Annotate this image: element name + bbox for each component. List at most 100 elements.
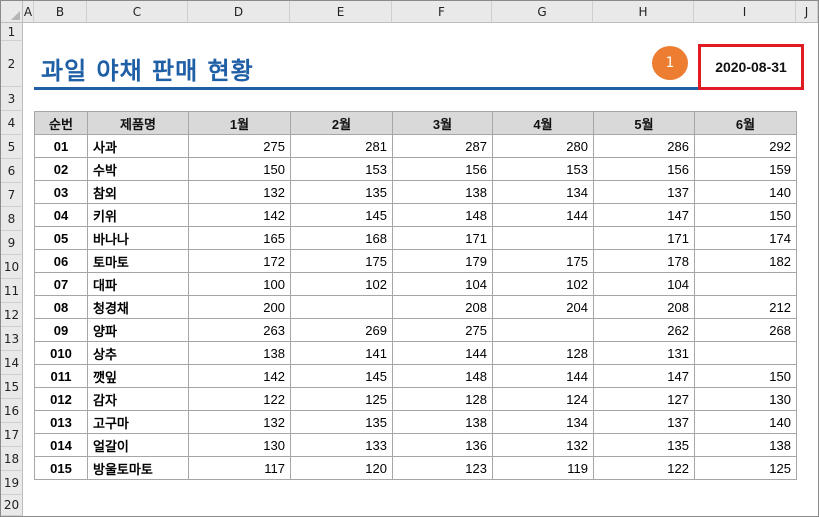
- seq-cell[interactable]: 04: [34, 203, 88, 227]
- value-cell[interactable]: 175: [492, 249, 594, 273]
- value-cell[interactable]: 156: [392, 157, 493, 181]
- value-cell[interactable]: 122: [593, 456, 695, 480]
- seq-cell[interactable]: 07: [34, 272, 88, 296]
- seq-cell[interactable]: 011: [34, 364, 88, 388]
- value-cell[interactable]: 119: [492, 456, 594, 480]
- seq-cell[interactable]: 09: [34, 318, 88, 342]
- value-cell[interactable]: 281: [290, 134, 393, 158]
- value-cell[interactable]: 280: [492, 134, 594, 158]
- seq-cell[interactable]: 014: [34, 433, 88, 457]
- header-cell[interactable]: 5월: [593, 111, 695, 135]
- value-cell[interactable]: 137: [593, 180, 695, 204]
- product-cell[interactable]: 양파: [87, 318, 189, 342]
- row-header-7[interactable]: 7: [1, 183, 23, 207]
- value-cell[interactable]: 142: [188, 364, 291, 388]
- value-cell[interactable]: 150: [694, 364, 797, 388]
- product-cell[interactable]: 방울토마토: [87, 456, 189, 480]
- value-cell[interactable]: 150: [694, 203, 797, 227]
- value-cell[interactable]: 120: [290, 456, 393, 480]
- value-cell[interactable]: 208: [392, 295, 493, 319]
- value-cell[interactable]: 100: [188, 272, 291, 296]
- value-cell[interactable]: 135: [290, 410, 393, 434]
- value-cell[interactable]: 148: [392, 364, 493, 388]
- select-all-corner[interactable]: [1, 1, 23, 23]
- column-header-h[interactable]: H: [593, 1, 694, 23]
- column-header-i[interactable]: I: [694, 1, 796, 23]
- value-cell[interactable]: 153: [492, 157, 594, 181]
- seq-cell[interactable]: 06: [34, 249, 88, 273]
- header-cell[interactable]: 3월: [392, 111, 493, 135]
- product-cell[interactable]: 대파: [87, 272, 189, 296]
- value-cell[interactable]: 171: [392, 226, 493, 250]
- value-cell[interactable]: 263: [188, 318, 291, 342]
- seq-cell[interactable]: 013: [34, 410, 88, 434]
- value-cell[interactable]: 123: [392, 456, 493, 480]
- value-cell[interactable]: 275: [392, 318, 493, 342]
- column-header-c[interactable]: C: [87, 1, 188, 23]
- value-cell[interactable]: 134: [492, 180, 594, 204]
- row-header-15[interactable]: 15: [1, 375, 23, 399]
- value-cell[interactable]: [290, 295, 393, 319]
- value-cell[interactable]: 117: [188, 456, 291, 480]
- header-cell[interactable]: 2월: [290, 111, 393, 135]
- value-cell[interactable]: 128: [492, 341, 594, 365]
- value-cell[interactable]: 135: [593, 433, 695, 457]
- row-header-13[interactable]: 13: [1, 327, 23, 351]
- value-cell[interactable]: 140: [694, 410, 797, 434]
- value-cell[interactable]: 275: [188, 134, 291, 158]
- column-header-g[interactable]: G: [492, 1, 593, 23]
- column-header-f[interactable]: F: [392, 1, 492, 23]
- row-header-19[interactable]: 19: [1, 471, 23, 495]
- product-cell[interactable]: 상추: [87, 341, 189, 365]
- value-cell[interactable]: 145: [290, 364, 393, 388]
- value-cell[interactable]: 134: [492, 410, 594, 434]
- product-cell[interactable]: 바나나: [87, 226, 189, 250]
- value-cell[interactable]: 102: [290, 272, 393, 296]
- value-cell[interactable]: 172: [188, 249, 291, 273]
- value-cell[interactable]: 125: [694, 456, 797, 480]
- row-header-1[interactable]: 1: [1, 23, 23, 41]
- header-cell[interactable]: 6월: [694, 111, 797, 135]
- value-cell[interactable]: 144: [492, 203, 594, 227]
- value-cell[interactable]: 104: [392, 272, 493, 296]
- row-header-16[interactable]: 16: [1, 399, 23, 423]
- value-cell[interactable]: 156: [593, 157, 695, 181]
- row-header-10[interactable]: 10: [1, 255, 23, 279]
- value-cell[interactable]: 141: [290, 341, 393, 365]
- value-cell[interactable]: [694, 341, 797, 365]
- value-cell[interactable]: 262: [593, 318, 695, 342]
- value-cell[interactable]: 159: [694, 157, 797, 181]
- row-header-5[interactable]: 5: [1, 135, 23, 159]
- product-cell[interactable]: 깻잎: [87, 364, 189, 388]
- product-cell[interactable]: 참외: [87, 180, 189, 204]
- value-cell[interactable]: 130: [188, 433, 291, 457]
- value-cell[interactable]: 132: [188, 410, 291, 434]
- column-header-j[interactable]: J: [796, 1, 818, 23]
- row-header-8[interactable]: 8: [1, 207, 23, 231]
- value-cell[interactable]: 204: [492, 295, 594, 319]
- column-header-e[interactable]: E: [290, 1, 392, 23]
- row-header-20[interactable]: 20: [1, 495, 23, 516]
- value-cell[interactable]: 178: [593, 249, 695, 273]
- seq-cell[interactable]: 03: [34, 180, 88, 204]
- product-cell[interactable]: 수박: [87, 157, 189, 181]
- value-cell[interactable]: 137: [593, 410, 695, 434]
- value-cell[interactable]: 174: [694, 226, 797, 250]
- value-cell[interactable]: 140: [694, 180, 797, 204]
- value-cell[interactable]: 138: [694, 433, 797, 457]
- product-cell[interactable]: 키위: [87, 203, 189, 227]
- value-cell[interactable]: 179: [392, 249, 493, 273]
- row-header-2[interactable]: 2: [1, 41, 23, 87]
- value-cell[interactable]: 269: [290, 318, 393, 342]
- value-cell[interactable]: 102: [492, 272, 594, 296]
- header-cell[interactable]: 4월: [492, 111, 594, 135]
- row-header-6[interactable]: 6: [1, 159, 23, 183]
- value-cell[interactable]: 138: [188, 341, 291, 365]
- seq-cell[interactable]: 010: [34, 341, 88, 365]
- value-cell[interactable]: 142: [188, 203, 291, 227]
- row-header-18[interactable]: 18: [1, 447, 23, 471]
- product-cell[interactable]: 감자: [87, 387, 189, 411]
- value-cell[interactable]: 144: [492, 364, 594, 388]
- value-cell[interactable]: 124: [492, 387, 594, 411]
- value-cell[interactable]: 128: [392, 387, 493, 411]
